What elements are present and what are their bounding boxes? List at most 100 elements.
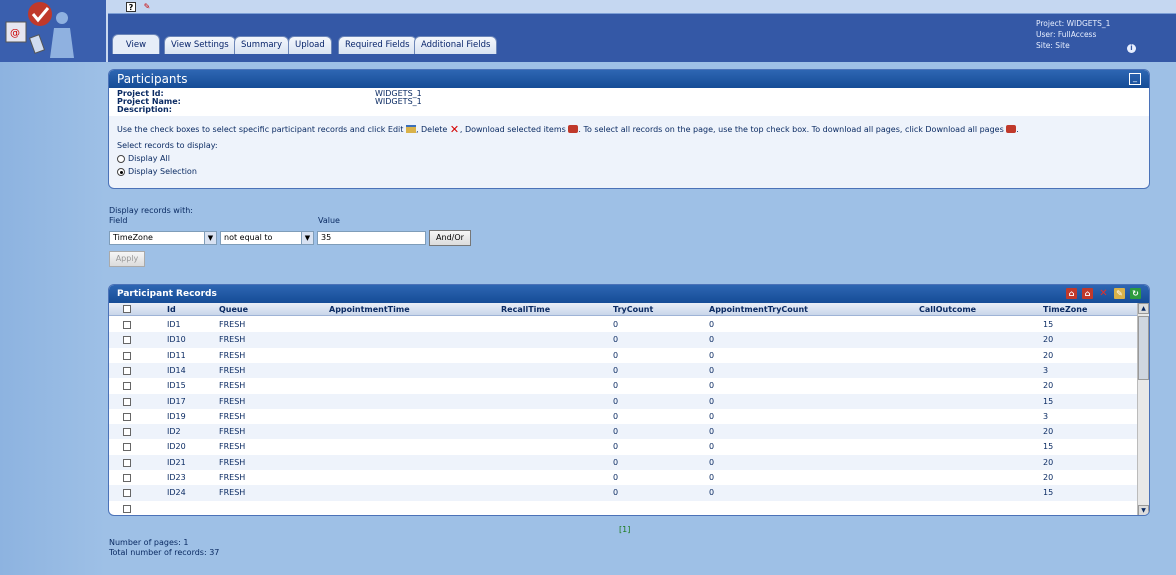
cell-appointment-try-count: 0 xyxy=(709,427,715,437)
display-selection-block: Select records to display: Display All D… xyxy=(109,136,1149,182)
refresh-icon[interactable]: ↻ xyxy=(1130,288,1141,299)
col-try-count[interactable]: TryCount xyxy=(613,303,653,316)
table-row[interactable]: ID11 FRESH 0 0 20 xyxy=(109,348,1139,363)
table-row[interactable]: ID1 FRESH 0 0 15 xyxy=(109,317,1139,332)
scrollbar[interactable]: ▲ ▼ xyxy=(1137,303,1149,515)
row-checkbox[interactable] xyxy=(123,351,131,360)
app-header: ? ✎ View View Settings Summary Upload Re… xyxy=(106,0,1176,62)
record-count: Total number of records: 37 xyxy=(109,548,220,557)
table-row[interactable]: ID10 FRESH 0 0 20 xyxy=(109,332,1139,348)
tab-upload[interactable]: Upload xyxy=(288,36,332,54)
row-checkbox[interactable] xyxy=(123,321,131,329)
cell-try-count: 0 xyxy=(613,320,619,329)
cell-time-zone: 15 xyxy=(1043,320,1054,329)
cell-appointment-try-count: 0 xyxy=(709,457,715,467)
scroll-down-button[interactable]: ▼ xyxy=(1138,505,1149,515)
cell-try-count: 0 xyxy=(613,488,619,498)
row-checkbox[interactable] xyxy=(123,489,131,498)
cell-appointment-try-count: 0 xyxy=(709,365,715,375)
table-row[interactable]: ID23 FRESH 0 0 20 xyxy=(109,470,1139,485)
row-checkbox[interactable] xyxy=(123,412,131,421)
col-recall-time[interactable]: RecallTime xyxy=(501,303,550,316)
cell-id: ID14 xyxy=(167,365,186,375)
table-row[interactable]: ID24 FRESH 0 0 15 xyxy=(109,485,1139,501)
filter-heading: Display records with: xyxy=(109,206,193,215)
table-row[interactable]: ID21 FRESH 0 0 20 xyxy=(109,454,1139,470)
cell-queue: FRESH xyxy=(219,396,246,406)
download-selected-icon[interactable]: ⌂ xyxy=(1082,288,1093,299)
table-row[interactable]: ID14 FRESH 0 0 3 xyxy=(109,362,1139,379)
row-checkbox[interactable] xyxy=(123,504,131,513)
app-logo: @ xyxy=(0,0,106,62)
cell-queue: FRESH xyxy=(219,411,246,421)
cell-try-count: 0 xyxy=(613,381,619,391)
field-select[interactable]: TimeZone ▼ xyxy=(109,231,217,245)
minimize-button[interactable]: _ xyxy=(1129,73,1141,85)
download-all-icon[interactable] xyxy=(1006,125,1017,133)
records-title: Participant Records ⌂ ⌂ ✕ ✎ ↻ xyxy=(109,285,1149,303)
row-checkbox[interactable] xyxy=(123,428,131,437)
cell-try-count: 0 xyxy=(613,335,619,345)
cell-time-zone: 20 xyxy=(1043,427,1054,437)
table-row[interactable]: ID19 FRESH 0 0 3 xyxy=(109,409,1139,424)
tab-view-settings[interactable]: View Settings xyxy=(164,36,236,54)
radio-display-all[interactable] xyxy=(117,154,125,163)
table-row[interactable]: ID17 FRESH 0 0 15 xyxy=(109,393,1139,409)
row-checkbox[interactable] xyxy=(123,474,131,482)
filter-block: Display records with: Field Value TimeZo… xyxy=(109,206,529,267)
cell-try-count: 0 xyxy=(613,365,619,375)
tab-required-fields[interactable]: Required Fields xyxy=(338,36,417,54)
cell-id: ID15 xyxy=(167,381,186,391)
value-input[interactable]: 35 xyxy=(317,231,426,245)
pager-link[interactable]: [1] xyxy=(619,525,630,534)
delete-icon[interactable]: ✕ xyxy=(1098,288,1109,299)
row-checkbox[interactable] xyxy=(123,366,131,375)
scroll-up-button[interactable]: ▲ xyxy=(1138,303,1149,314)
col-call-outcome[interactable]: CallOutcome xyxy=(919,303,976,316)
radio-display-selection[interactable] xyxy=(117,167,125,176)
records-toolbar: ⌂ ⌂ ✕ ✎ ↻ xyxy=(1066,288,1141,299)
cell-appointment-try-count: 0 xyxy=(709,381,715,391)
radio-display-selection-row[interactable]: Display Selection xyxy=(117,165,1141,178)
table-row[interactable]: ID2 FRESH 0 0 20 xyxy=(109,424,1139,440)
edit-icon[interactable]: ✎ xyxy=(1114,288,1125,299)
row-checkbox[interactable] xyxy=(123,382,131,391)
info-icon[interactable]: i xyxy=(1127,44,1136,53)
row-checkbox[interactable] xyxy=(123,397,131,406)
col-appointment-time[interactable]: AppointmentTime xyxy=(329,303,410,316)
cell-appointment-try-count: 0 xyxy=(709,473,715,482)
description-label: Description: xyxy=(117,105,172,114)
table-row[interactable]: ID20 FRESH 0 0 15 xyxy=(109,439,1139,454)
cell-queue: FRESH xyxy=(219,365,246,375)
download-all-icon[interactable]: ⌂ xyxy=(1066,288,1077,299)
cell-queue: FRESH xyxy=(219,457,246,467)
tab-additional-fields[interactable]: Additional Fields xyxy=(414,36,498,54)
and-or-button[interactable]: And/Or xyxy=(429,230,471,246)
cell-id: ID10 xyxy=(167,335,186,345)
col-queue[interactable]: Queue xyxy=(219,303,248,316)
operator-select[interactable]: not equal to ▼ xyxy=(220,231,314,245)
edit-icon[interactable] xyxy=(405,125,416,133)
select-all-checkbox[interactable] xyxy=(123,305,131,313)
row-checkbox[interactable] xyxy=(123,443,131,452)
cell-queue: FRESH xyxy=(219,473,246,482)
row-checkbox[interactable] xyxy=(123,458,131,467)
tools-icon[interactable]: ✎ xyxy=(142,2,152,12)
help-icon[interactable]: ? xyxy=(126,2,136,12)
delete-icon[interactable]: ✕ xyxy=(450,124,460,136)
col-id[interactable]: Id xyxy=(167,303,176,316)
scroll-thumb[interactable] xyxy=(1138,316,1149,380)
tab-view[interactable]: View xyxy=(112,34,160,54)
cell-queue: FRESH xyxy=(219,427,246,437)
user-name: User: FullAccess xyxy=(1036,30,1097,39)
cell-try-count: 0 xyxy=(613,427,619,437)
tab-summary[interactable]: Summary xyxy=(234,36,290,54)
col-time-zone[interactable]: TimeZone xyxy=(1043,303,1087,316)
participants-panel: Participants _ Project Id: WIDGETS_1 Proj… xyxy=(108,69,1150,189)
download-selected-icon[interactable] xyxy=(568,125,579,133)
col-appointment-try-count[interactable]: AppointmentTryCount xyxy=(709,303,808,316)
table-row[interactable]: ID15 FRESH 0 0 20 xyxy=(109,378,1139,393)
apply-button[interactable]: Apply xyxy=(109,251,145,267)
row-checkbox[interactable] xyxy=(123,336,131,345)
radio-display-all-row[interactable]: Display All xyxy=(117,152,1141,165)
